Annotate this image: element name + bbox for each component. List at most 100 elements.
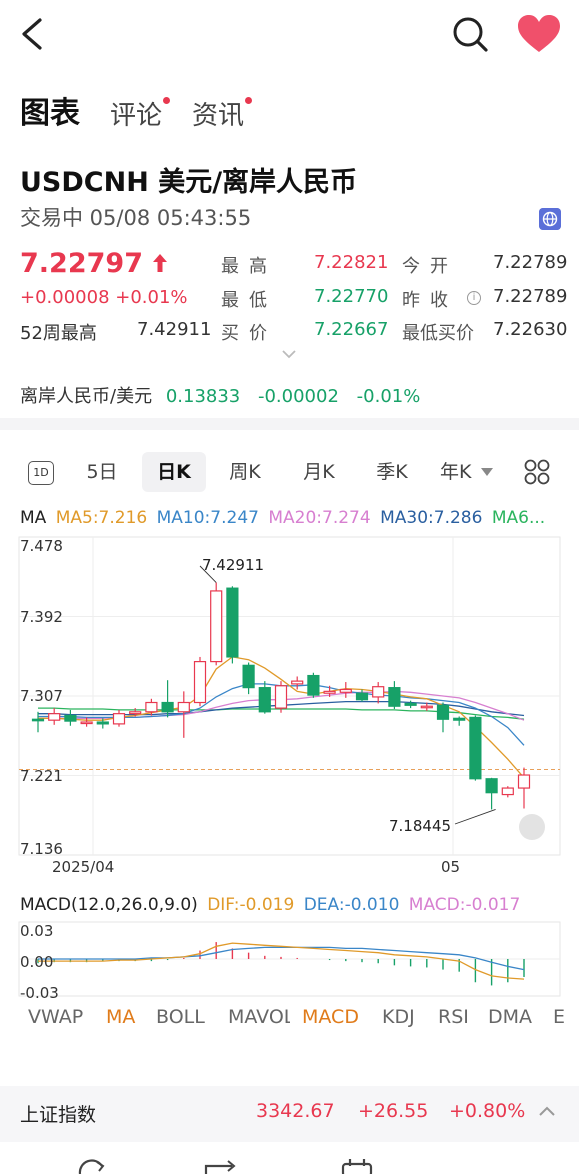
indicator-vwap[interactable]: VWAP	[28, 1006, 83, 1028]
y-axis-label: 7.136	[20, 840, 63, 858]
high-value: 7.22821	[314, 252, 389, 273]
notification-dot	[163, 97, 171, 104]
candle-body	[96, 721, 109, 725]
refresh-icon[interactable]	[78, 1159, 105, 1174]
y-axis-label: 7.221	[20, 767, 63, 785]
chevron-up-icon[interactable]	[538, 1104, 556, 1118]
candle	[469, 715, 482, 781]
index-pct: +0.80%	[449, 1100, 526, 1122]
open-value: 7.22789	[493, 252, 568, 273]
candle-body	[469, 716, 482, 780]
offshore-label: 离岸人民币/美元	[20, 386, 153, 407]
candle	[372, 682, 385, 704]
lowest-bid-value: 7.22630	[493, 319, 568, 340]
prev-close-label: 昨收	[402, 290, 458, 311]
tab-news[interactable]: 资讯	[192, 95, 253, 132]
tab-chart[interactable]: 图表	[20, 88, 80, 132]
candle-body	[372, 686, 385, 698]
ma10-legend: MA10:7.247	[156, 508, 259, 528]
indicator-dma[interactable]: DMA	[488, 1006, 532, 1028]
bid-value: 7.22667	[314, 319, 389, 340]
index-name: 上证指数	[20, 1104, 97, 1126]
y-axis-label: 7.307	[20, 687, 63, 705]
candle-body	[258, 687, 271, 713]
period-quarterly[interactable]: 季K	[367, 452, 417, 492]
arrow-up-icon	[153, 254, 168, 272]
period-daily[interactable]: 日K	[142, 452, 206, 492]
candle-body	[145, 701, 158, 713]
search-icon[interactable]	[450, 14, 490, 54]
tab-comments-label: 评论	[110, 101, 163, 131]
macd-y-label: 0.03	[20, 922, 54, 940]
candle	[31, 711, 45, 733]
y-axis-label: 7.392	[20, 608, 63, 626]
expand-chevron-icon[interactable]	[281, 348, 297, 360]
candlestick-chart[interactable]	[0, 530, 579, 875]
x-axis-label: 2025/04	[52, 858, 115, 876]
period-monthly[interactable]: 月K	[294, 452, 344, 492]
share-icon[interactable]	[204, 1160, 236, 1174]
candle	[193, 656, 207, 707]
period-selector: 1D 5日 日K 周K 月K 季K 年K	[20, 452, 579, 492]
candle-body	[193, 660, 207, 704]
period-1d[interactable]: 1D	[26, 452, 56, 492]
high-annotation: 7.42911	[202, 556, 265, 574]
candle-body	[307, 674, 320, 696]
favorite-heart-icon[interactable]	[516, 14, 562, 54]
tab-chart-label: 图表	[20, 96, 80, 131]
dropdown-triangle-icon	[480, 468, 493, 476]
period-5d[interactable]: 5日	[80, 452, 124, 492]
candle	[307, 672, 320, 698]
candle	[48, 708, 61, 725]
indicator-kdj[interactable]: KDJ	[382, 1006, 415, 1028]
high-label: 最高	[221, 256, 277, 277]
candle-body	[420, 705, 433, 709]
candle-body	[64, 714, 77, 722]
candle-body	[517, 774, 531, 789]
macd-legend[interactable]: MACD(12.0,26.0,9.0) DIF:-0.019 DEA:-0.01…	[20, 895, 520, 915]
y-axis-label: 7.478	[20, 537, 63, 555]
offshore-rate-row[interactable]: 离岸人民币/美元 0.13833 -0.00002 -0.01%	[20, 382, 420, 408]
back-arrow-icon[interactable]	[14, 14, 54, 54]
content-tabs: 图表 评论 资讯	[20, 88, 253, 132]
ma-legend-label: MA	[20, 508, 47, 528]
candle-body	[485, 778, 498, 794]
info-icon[interactable]: i	[467, 286, 481, 307]
candle-body	[323, 690, 336, 694]
layout-grid-icon[interactable]	[524, 459, 550, 485]
last-price: 7.22797	[20, 248, 168, 279]
macd-y-label: 0.00	[20, 953, 54, 971]
candle-body	[129, 711, 142, 715]
period-yearly[interactable]: 年K	[440, 452, 504, 492]
candle-body	[355, 692, 369, 701]
calendar-icon[interactable]	[341, 1159, 373, 1174]
indicator-ma[interactable]: MA	[106, 1006, 135, 1028]
low-annotation: 7.18445	[389, 817, 452, 835]
price-change: +0.00008 +0.01%	[20, 287, 188, 308]
indicator-more[interactable]: E	[553, 1006, 579, 1028]
ma-legend[interactable]: MA MA5:7.216 MA10:7.247 MA20:7.274 MA30:…	[20, 508, 560, 528]
candle	[64, 709, 77, 726]
indicator-tabs: VWAP MA BOLL MAVOL MACD KDJ RSI DMA E	[0, 1006, 579, 1036]
candle-body	[242, 664, 255, 689]
offshore-value: 0.13833	[165, 386, 241, 407]
indicator-macd[interactable]: MACD	[302, 1006, 359, 1028]
dif-legend: DIF:-0.019	[207, 895, 295, 915]
period-weekly[interactable]: 周K	[220, 452, 270, 492]
tab-comments[interactable]: 评论	[110, 95, 171, 132]
macd-chart[interactable]	[0, 920, 579, 1000]
indicator-mavol[interactable]: MAVOL	[228, 1006, 290, 1028]
candle	[258, 681, 271, 714]
indicator-rsi[interactable]: RSI	[438, 1006, 469, 1028]
chart-watermark-icon	[519, 814, 545, 840]
indicator-boll[interactable]: BOLL	[156, 1006, 205, 1028]
candle-body	[339, 688, 352, 693]
globe-icon[interactable]	[539, 208, 561, 230]
dif-line	[38, 942, 525, 980]
low-value: 7.22770	[314, 286, 389, 307]
candle-body	[48, 713, 61, 721]
week52-high-value: 7.42911	[137, 319, 212, 340]
candle	[291, 676, 304, 690]
last-price-value: 7.22797	[20, 248, 143, 279]
macd-y-label: -0.03	[20, 984, 59, 1002]
